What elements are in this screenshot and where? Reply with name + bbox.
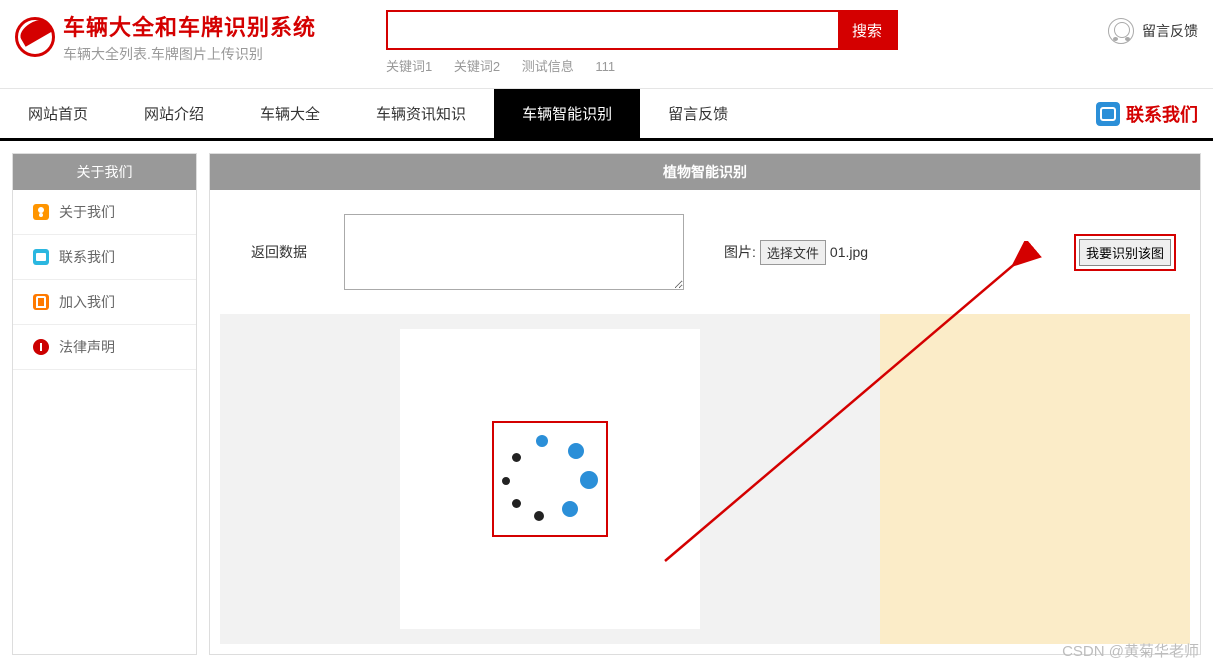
sidebar-item-join[interactable]: 加入我们 <box>13 280 196 325</box>
loading-spinner-icon <box>500 429 600 529</box>
contact-icon <box>33 249 49 265</box>
search-input[interactable] <box>388 12 838 48</box>
site-title: 车辆大全和车牌识别系统 <box>63 10 316 42</box>
nav-home[interactable]: 网站首页 <box>0 89 116 138</box>
site-subtitle: 车辆大全列表.车牌图片上传识别 <box>63 44 316 64</box>
return-data-label: 返回数据 <box>224 242 334 262</box>
result-area <box>880 314 1190 644</box>
sidebar-item-law[interactable]: 法律声明 <box>13 325 196 370</box>
main-nav: 网站首页 网站介绍 车辆大全 车辆资讯知识 车辆智能识别 留言反馈 联系我们 <box>0 89 1213 141</box>
recognize-button[interactable]: 我要识别该图 <box>1079 239 1171 266</box>
choose-file-button[interactable]: 选择文件 <box>760 240 826 265</box>
image-box <box>400 329 700 629</box>
feedback-link[interactable]: 留言反馈 <box>1108 10 1198 44</box>
sidebar-item-label: 法律声明 <box>59 337 115 357</box>
sidebar-item-label: 联系我们 <box>59 247 115 267</box>
keyword-link[interactable]: 测试信息 <box>522 59 574 74</box>
image-preview-area <box>220 314 880 644</box>
image-label: 图片: <box>724 242 756 262</box>
keyword-link[interactable]: 111 <box>595 59 615 74</box>
sidebar-item-contact[interactable]: 联系我们 <box>13 235 196 280</box>
about-icon <box>33 204 49 220</box>
law-icon <box>33 339 49 355</box>
nav-recognize[interactable]: 车辆智能识别 <box>494 89 640 138</box>
keyword-link[interactable]: 关键词2 <box>454 59 500 74</box>
feedback-label: 留言反馈 <box>1142 21 1198 41</box>
feedback-icon <box>1108 18 1134 44</box>
main-header: 植物智能识别 <box>210 154 1200 190</box>
sidebar: 关于我们 关于我们 联系我们 加入我们 法律声明 <box>12 153 197 655</box>
file-name: 01.jpg <box>830 244 868 260</box>
sidebar-item-about[interactable]: 关于我们 <box>13 190 196 235</box>
contact-us-link[interactable]: 联系我们 <box>1096 101 1213 127</box>
nav-about[interactable]: 网站介绍 <box>116 89 232 138</box>
recognize-highlight: 我要识别该图 <box>1074 234 1176 271</box>
watermark: CSDN @黄菊华老师 <box>1062 640 1199 661</box>
nav-info[interactable]: 车辆资讯知识 <box>348 89 494 138</box>
contact-us-label: 联系我们 <box>1126 101 1198 127</box>
nav-feedback[interactable]: 留言反馈 <box>640 89 756 138</box>
return-data-textarea[interactable] <box>344 214 684 290</box>
main-panel: 植物智能识别 返回数据 图片: 选择文件 01.jpg 我要识别该图 <box>209 153 1201 655</box>
sidebar-item-label: 关于我们 <box>59 202 115 222</box>
keyword-link[interactable]: 关键词1 <box>386 59 432 74</box>
nav-vehicles[interactable]: 车辆大全 <box>232 89 348 138</box>
logo-icon <box>15 17 55 57</box>
logo-area: 车辆大全和车牌识别系统 车辆大全列表.车牌图片上传识别 <box>15 10 316 64</box>
keyword-list: 关键词1 关键词2 测试信息 111 <box>386 56 898 75</box>
search-box: 搜索 <box>386 10 898 50</box>
phone-icon <box>1096 102 1120 126</box>
sidebar-header: 关于我们 <box>13 154 196 190</box>
join-icon <box>33 294 49 310</box>
search-button[interactable]: 搜索 <box>838 12 896 48</box>
sidebar-item-label: 加入我们 <box>59 292 115 312</box>
spinner-highlight <box>492 421 608 537</box>
